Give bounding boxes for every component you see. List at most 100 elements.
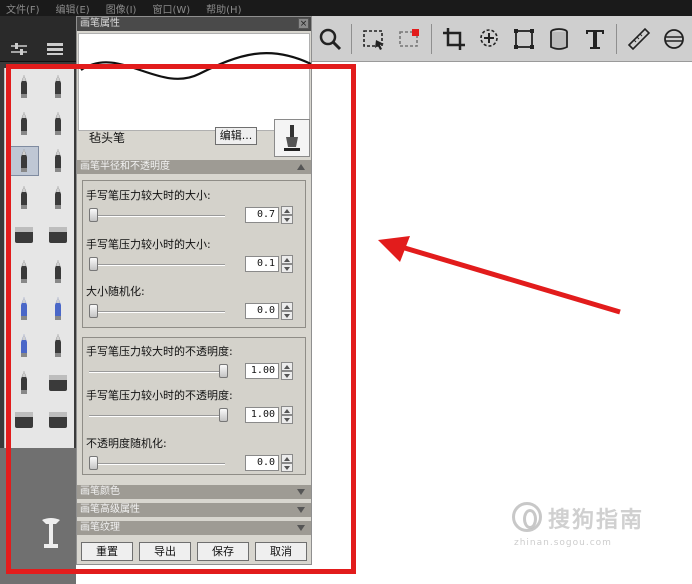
cancel-button[interactable]: 取消 <box>255 542 307 561</box>
flat-brush-icon[interactable] <box>43 368 73 398</box>
menu-image[interactable]: 图像(I) <box>106 1 137 16</box>
reset-button[interactable]: 重置 <box>81 542 133 561</box>
collapse-icon[interactable] <box>297 164 305 170</box>
value-field[interactable]: 1.00 <box>245 363 279 379</box>
blue-pen-icon[interactable] <box>43 294 73 324</box>
menu-help[interactable]: 帮助(H) <box>206 1 241 16</box>
paint-pen-icon[interactable] <box>9 183 39 213</box>
menu-edit[interactable]: 编辑(E) <box>56 1 90 16</box>
transform-icon[interactable] <box>396 25 423 53</box>
value-field[interactable]: 0.0 <box>245 303 279 319</box>
brush-thumbnail[interactable] <box>274 119 310 157</box>
slider-handle[interactable] <box>89 257 98 271</box>
value-field[interactable]: 0.1 <box>245 256 279 272</box>
brush-grid <box>4 68 74 448</box>
slider-track[interactable] <box>89 371 225 373</box>
magnifier-icon[interactable] <box>316 25 343 53</box>
slider-track[interactable] <box>89 215 225 217</box>
pencil-icon[interactable] <box>9 72 39 102</box>
ink-pen-icon[interactable] <box>43 72 73 102</box>
menu-window[interactable]: 窗口(W) <box>152 1 190 16</box>
spinner[interactable] <box>281 454 293 472</box>
section-advanced[interactable]: 画笔高级属性 <box>77 503 311 517</box>
menu-file[interactable]: 文件(F) <box>6 1 40 16</box>
decrement-icon[interactable] <box>281 311 293 320</box>
slider-handle[interactable] <box>219 408 228 422</box>
wedge-marker-icon[interactable] <box>43 109 73 139</box>
increment-icon[interactable] <box>281 406 293 415</box>
round-brush-icon[interactable] <box>9 368 39 398</box>
ruler-icon[interactable] <box>625 25 652 53</box>
export-button[interactable]: 导出 <box>139 542 191 561</box>
ballpoint-icon[interactable] <box>9 257 39 287</box>
technical-pen-icon[interactable] <box>43 257 73 287</box>
list-view-icon[interactable] <box>46 42 64 56</box>
slider-track[interactable] <box>89 311 225 313</box>
close-icon[interactable]: × <box>298 18 309 29</box>
library-header <box>0 16 76 62</box>
eraser-icon[interactable] <box>9 220 39 250</box>
slider-track[interactable] <box>89 415 225 417</box>
increment-icon[interactable] <box>281 302 293 311</box>
toolbar-divider <box>351 23 353 54</box>
spinner[interactable] <box>281 302 293 320</box>
edit-button[interactable]: 编辑... <box>215 127 257 145</box>
lamp-icon[interactable] <box>36 516 66 552</box>
decrement-icon[interactable] <box>281 415 293 424</box>
bucket-airbrush-icon[interactable] <box>43 331 73 361</box>
expand-icon[interactable] <box>297 525 305 531</box>
control-label: 手写笔压力较大时的大小: <box>86 189 211 202</box>
felt-pen-icon <box>284 125 300 151</box>
save-button[interactable]: 保存 <box>197 542 249 561</box>
block-eraser-icon[interactable] <box>43 220 73 250</box>
airbrush-icon[interactable] <box>9 331 39 361</box>
crop-icon[interactable] <box>440 25 467 53</box>
spinner[interactable] <box>281 255 293 273</box>
increment-icon[interactable] <box>281 362 293 371</box>
value-field[interactable]: 1.00 <box>245 407 279 423</box>
marker-icon[interactable] <box>9 109 39 139</box>
decrement-icon[interactable] <box>281 215 293 224</box>
drawing-canvas[interactable] <box>312 62 692 584</box>
increment-icon[interactable] <box>281 206 293 215</box>
increment-icon[interactable] <box>281 454 293 463</box>
text-icon[interactable] <box>581 25 608 53</box>
section-color[interactable]: 画笔颜色 <box>77 485 311 499</box>
spinner[interactable] <box>281 362 293 380</box>
fan-brush-icon[interactable] <box>43 405 73 435</box>
library-footer <box>0 448 76 584</box>
brush-library <box>0 16 76 584</box>
distort-icon[interactable] <box>511 25 538 53</box>
decrement-icon[interactable] <box>281 264 293 273</box>
spinner[interactable] <box>281 206 293 224</box>
section-radius-opacity-label: 画笔半径和不透明度 <box>80 161 170 172</box>
sliders-icon[interactable] <box>10 42 28 56</box>
section-texture[interactable]: 画笔纹理 <box>77 521 311 535</box>
slider-handle[interactable] <box>219 364 228 378</box>
fine-brush-icon[interactable] <box>43 146 73 176</box>
lasso-icon[interactable] <box>475 25 502 53</box>
section-texture-label: 画笔纹理 <box>80 522 120 533</box>
increment-icon[interactable] <box>281 255 293 264</box>
expand-icon[interactable] <box>297 489 305 495</box>
slider-handle[interactable] <box>89 208 98 222</box>
felt-pen-icon[interactable] <box>9 146 39 176</box>
selection-icon[interactable] <box>360 25 387 53</box>
spinner[interactable] <box>281 406 293 424</box>
slider-handle[interactable] <box>89 456 98 470</box>
ellipse-guide-icon[interactable] <box>661 25 688 53</box>
value-field[interactable]: 0.0 <box>245 455 279 471</box>
decrement-icon[interactable] <box>281 463 293 472</box>
value-field[interactable]: 0.7 <box>245 207 279 223</box>
fill-icon[interactable] <box>546 25 573 53</box>
slider-handle[interactable] <box>89 304 98 318</box>
felt-tip-icon[interactable] <box>43 183 73 213</box>
expand-icon[interactable] <box>297 507 305 513</box>
section-radius-opacity[interactable]: 画笔半径和不透明度 <box>77 160 311 174</box>
decrement-icon[interactable] <box>281 371 293 380</box>
blue-pencil-icon[interactable] <box>9 294 39 324</box>
toolbar <box>312 16 692 62</box>
wide-brush-icon[interactable] <box>9 405 39 435</box>
slider-track[interactable] <box>89 463 225 465</box>
slider-track[interactable] <box>89 264 225 266</box>
